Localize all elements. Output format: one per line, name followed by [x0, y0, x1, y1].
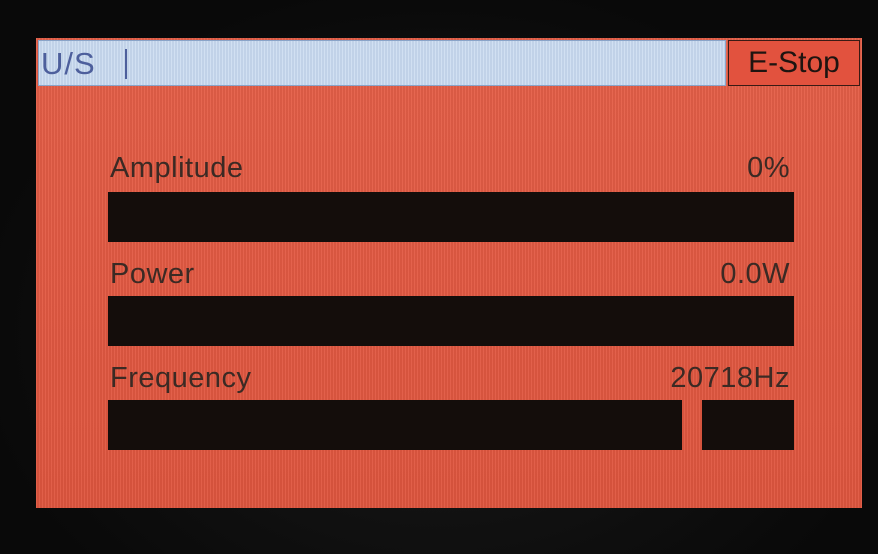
frequency-value: 20718Hz: [670, 362, 790, 394]
mode-label: U/S: [41, 46, 96, 81]
frequency-indicator-box: [702, 400, 794, 450]
amplitude-label: Amplitude: [110, 152, 244, 184]
power-bar: [108, 296, 794, 346]
estop-button[interactable]: E-Stop: [728, 40, 860, 86]
frequency-label: Frequency: [110, 362, 252, 394]
device-bezel: U/S E-Stop Amplitude 0% Power 0.0W Frequ…: [0, 0, 878, 554]
display-screen: U/S E-Stop Amplitude 0% Power 0.0W Frequ…: [36, 38, 862, 508]
power-value: 0.0W: [720, 258, 790, 290]
amplitude-bar: [108, 192, 794, 242]
power-label: Power: [110, 258, 195, 290]
amplitude-value: 0%: [747, 152, 790, 184]
mode-input-bar[interactable]: U/S: [38, 40, 726, 86]
text-cursor: [125, 49, 127, 79]
frequency-bar: [108, 400, 682, 450]
